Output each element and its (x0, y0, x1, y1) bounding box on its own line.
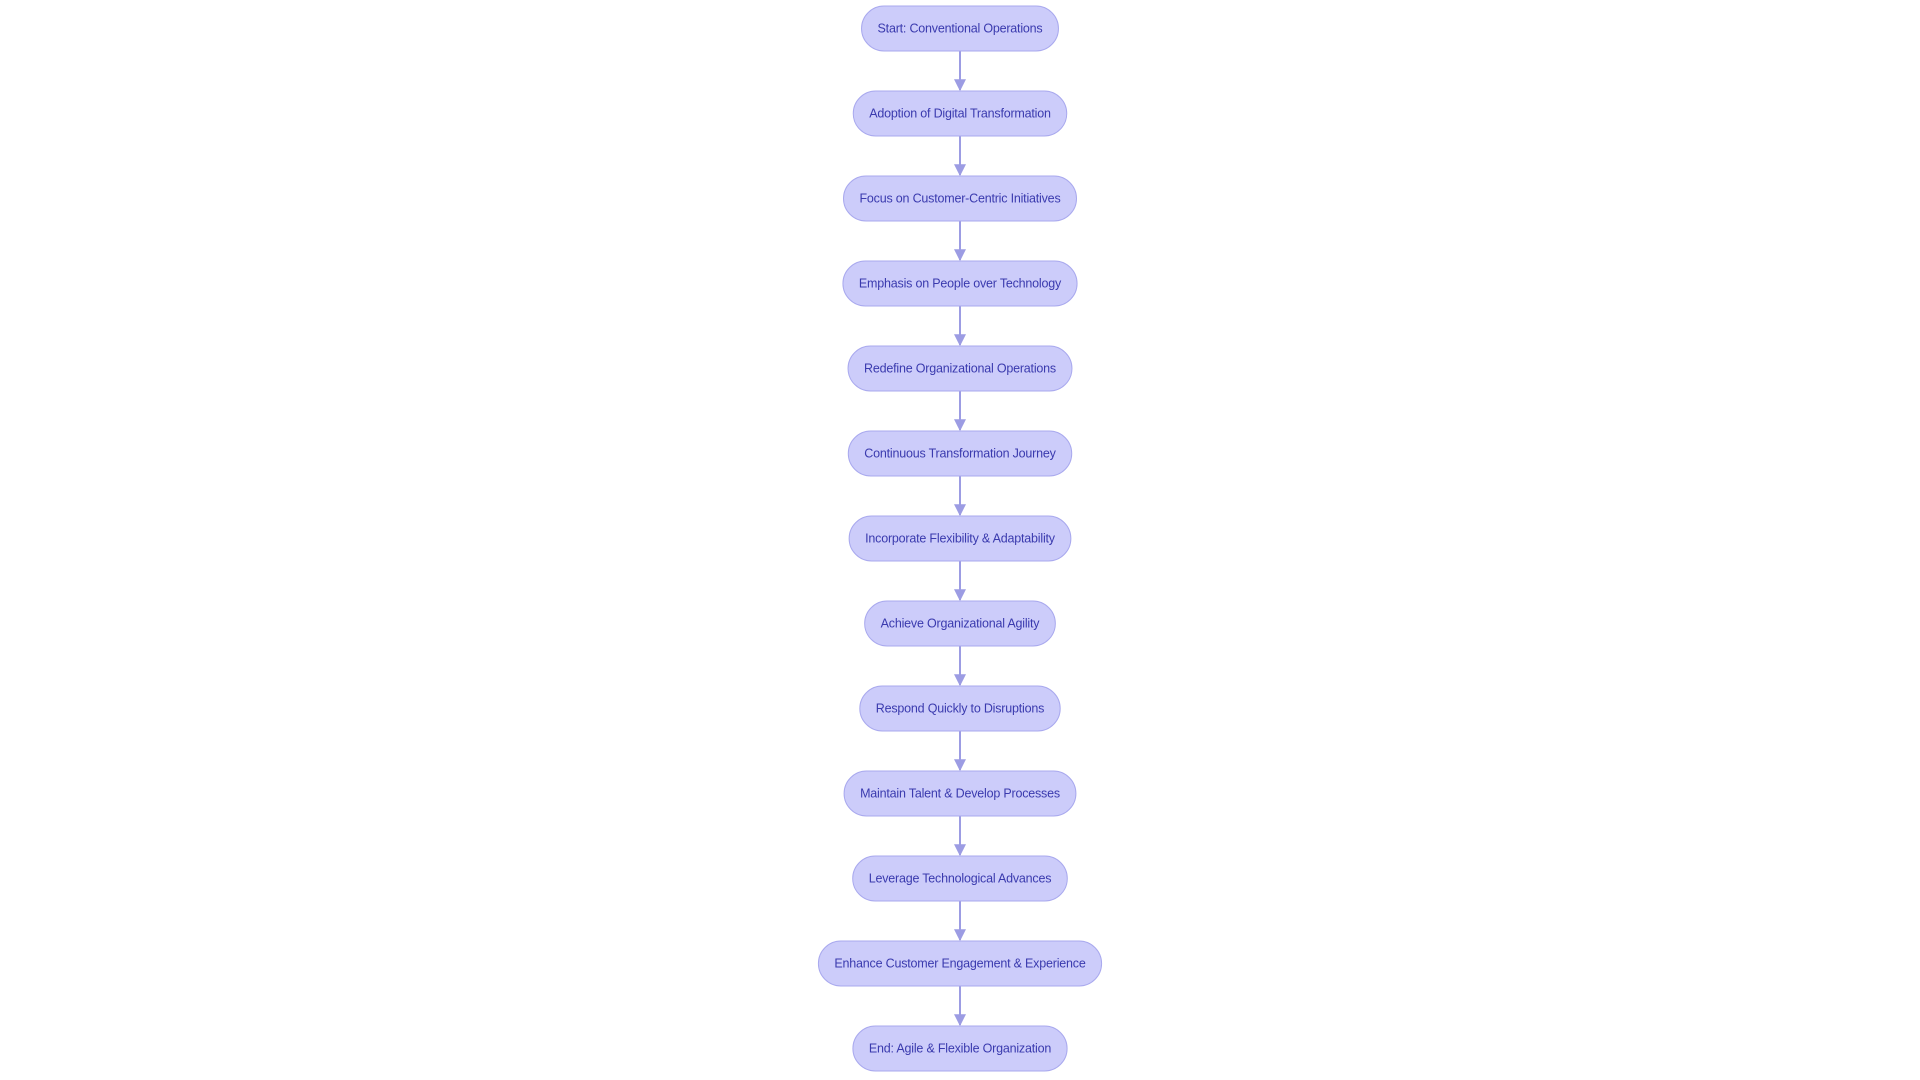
node-label: Incorporate Flexibility & Adaptability (865, 532, 1056, 546)
node-label: Redefine Organizational Operations (864, 362, 1056, 376)
node-label: Leverage Technological Advances (869, 872, 1052, 886)
node-label: Start: Conventional Operations (878, 22, 1043, 36)
flowchart-node: Achieve Organizational Agility (864, 600, 1056, 647)
flowchart-node: Maintain Talent & Develop Processes (843, 770, 1077, 817)
node-label: Emphasis on People over Technology (859, 277, 1062, 291)
flowchart-node: Emphasis on People over Technology (842, 260, 1078, 307)
flowchart-node: Redefine Organizational Operations (847, 345, 1073, 392)
flowchart-node: Start: Conventional Operations (861, 5, 1059, 52)
flowchart-node: Respond Quickly to Disruptions (859, 685, 1061, 732)
flowchart-node: Leverage Technological Advances (852, 855, 1068, 902)
node-label: End: Agile & Flexible Organization (869, 1042, 1051, 1056)
node-label: Maintain Talent & Develop Processes (860, 787, 1060, 801)
node-label: Adoption of Digital Transformation (869, 107, 1051, 121)
node-label: Enhance Customer Engagement & Experience (834, 957, 1085, 971)
flowchart-diagram: Start: Conventional Operations Adoption o… (817, 5, 1103, 1072)
flowchart-node: Adoption of Digital Transformation (852, 90, 1068, 137)
node-label: Focus on Customer-Centric Initiatives (859, 192, 1060, 206)
flowchart-node: Focus on Customer-Centric Initiatives (842, 175, 1078, 222)
flowchart-node: Continuous Transformation Journey (847, 430, 1073, 477)
flowchart-node: Incorporate Flexibility & Adaptability (848, 515, 1072, 562)
node-label: Achieve Organizational Agility (881, 617, 1041, 631)
node-label: Respond Quickly to Disruptions (876, 702, 1044, 716)
flowchart-node: Enhance Customer Engagement & Experience (817, 940, 1103, 987)
node-label: Continuous Transformation Journey (864, 447, 1056, 461)
flowchart-node: End: Agile & Flexible Organization (852, 1025, 1068, 1072)
